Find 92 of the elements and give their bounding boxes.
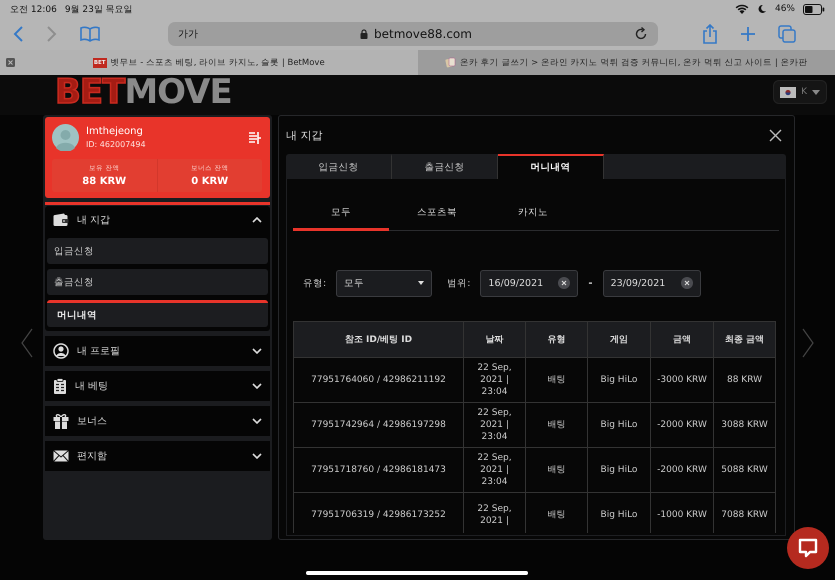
tab[interactable]: 머니내역 [498, 154, 604, 179]
table-cell: -3000 KRW [657, 375, 707, 385]
balance-value: 0 KRW [191, 176, 228, 187]
language-selector[interactable]: K [773, 80, 827, 104]
mail-icon [53, 450, 69, 462]
browser-tab[interactable]: 온카 후기 글쓰기 > 온라인 카지노 먹튀 검증 커뮤니티, 온카 먹튀 신고 사이트 | 온카판 [418, 50, 835, 75]
text-size-button[interactable]: 가가 [178, 27, 198, 41]
site-logo[interactable]: BETMOVE [55, 75, 232, 109]
menu-item[interactable]: 내 베팅 [45, 371, 270, 401]
profile-icon [53, 343, 69, 359]
subtab[interactable]: 스포츠북 [389, 197, 485, 231]
tab[interactable]: 입금신청 [286, 154, 392, 179]
table-cell: Big HiLo [600, 465, 638, 475]
submenu-item[interactable]: 입금신청 [47, 238, 268, 264]
clear-icon[interactable] [558, 277, 570, 289]
menu-item[interactable]: 보너스 [45, 406, 270, 436]
balance-value: 88 KRW [82, 176, 126, 187]
username: Imthejeong [86, 126, 144, 137]
dialog-title: 내 지갑 [286, 128, 322, 142]
column-header: 참조 ID/베팅 ID [294, 322, 464, 358]
chevron-up-icon [252, 216, 262, 222]
plus-icon[interactable] [740, 26, 756, 42]
chat-button[interactable] [787, 527, 829, 569]
type-label: 유형: [303, 276, 326, 290]
address-bar[interactable]: 가가 betmove88.com [168, 22, 658, 46]
url-text: betmove88.com [374, 27, 472, 41]
table-cell: 77951764060 / 42986211192 [311, 375, 446, 385]
column-header: 날짜 [464, 322, 526, 358]
share-icon[interactable] [702, 24, 718, 44]
moon-icon [756, 4, 767, 14]
clipboard-icon [53, 378, 67, 394]
battery-icon [803, 4, 825, 14]
flag-icon [780, 86, 796, 98]
table-cell: 7088 KRW [721, 510, 768, 520]
table-cell: 배팅 [548, 510, 566, 520]
chevron-down-icon [252, 418, 262, 424]
table-cell: 77951706319 / 42986173252 [311, 510, 446, 520]
submenu-item[interactable]: 출금신청 [47, 269, 268, 295]
wallet-icon [53, 212, 69, 226]
tabs-icon[interactable] [778, 25, 796, 43]
gift-icon [53, 413, 69, 429]
end-date-field[interactable]: 23/09/2021 [602, 270, 701, 296]
table-cell: 77951718760 / 42986181473 [311, 465, 446, 475]
clear-icon[interactable] [680, 277, 693, 289]
wifi-icon [734, 4, 749, 14]
battery-percent: 46% [774, 4, 795, 14]
menu-item[interactable]: 내 프로필 [45, 336, 270, 366]
back-icon[interactable] [12, 25, 24, 43]
table-cell: 77951742964 / 42986197298 [311, 420, 446, 430]
type-dropdown[interactable]: 모두 [336, 270, 432, 296]
column-header: 게임 [588, 322, 650, 358]
subtab[interactable]: 카지노 [485, 197, 581, 231]
table-cell: 22 Sep, 2021 | 23:04 [477, 363, 512, 397]
table-cell: 22 Sep, 2021 | 23:04 [477, 453, 512, 487]
reload-icon[interactable] [634, 27, 648, 41]
status-date: 9월 23일 목요일 [64, 4, 133, 16]
subtab[interactable]: 모두 [293, 197, 389, 231]
caret-icon [418, 281, 424, 285]
status-time: 오전 12:06 [10, 4, 57, 16]
forward-icon[interactable] [46, 25, 58, 43]
table-cell: -2000 KRW [657, 420, 707, 430]
table-cell: Big HiLo [600, 420, 638, 430]
table-cell: 배팅 [548, 420, 566, 430]
menu-item[interactable]: 편지함 [45, 441, 270, 471]
column-header: 금액 [650, 322, 714, 358]
table-cell: -2000 KRW [657, 465, 707, 475]
book-icon[interactable] [80, 26, 100, 42]
table-cell: 22 Sep, 2021 | [477, 504, 512, 526]
start-date-field[interactable]: 16/09/2021 [480, 270, 578, 296]
table-cell: 88 KRW [726, 375, 762, 385]
chevron-down-icon [252, 383, 262, 389]
user-id: ID: 462007494 [86, 140, 146, 149]
chevron-down-icon [252, 348, 262, 354]
table-cell: 배팅 [548, 375, 566, 385]
avatar-icon [52, 124, 79, 151]
range-label: 범위: [447, 276, 470, 290]
table-cell: -1000 KRW [657, 510, 707, 520]
table-cell: 3088 KRW [721, 420, 768, 430]
column-header: 유형 [526, 322, 588, 358]
close-icon[interactable] [769, 128, 782, 142]
chevron-down-icon [252, 453, 262, 459]
table-cell: 5088 KRW [721, 465, 768, 475]
table-cell: Big HiLo [600, 510, 638, 520]
range-separator: - [588, 278, 593, 288]
table-cell: 22 Sep, 2021 | 23:04 [477, 408, 512, 442]
submenu-item[interactable]: 머니내역 [47, 300, 268, 327]
cards-icon [444, 57, 456, 68]
lock-icon [360, 29, 368, 39]
table-cell: 배팅 [548, 465, 566, 475]
caret-icon [812, 90, 820, 94]
table-cell: Big HiLo [600, 375, 638, 385]
column-header: 최종 금액 [714, 322, 776, 358]
